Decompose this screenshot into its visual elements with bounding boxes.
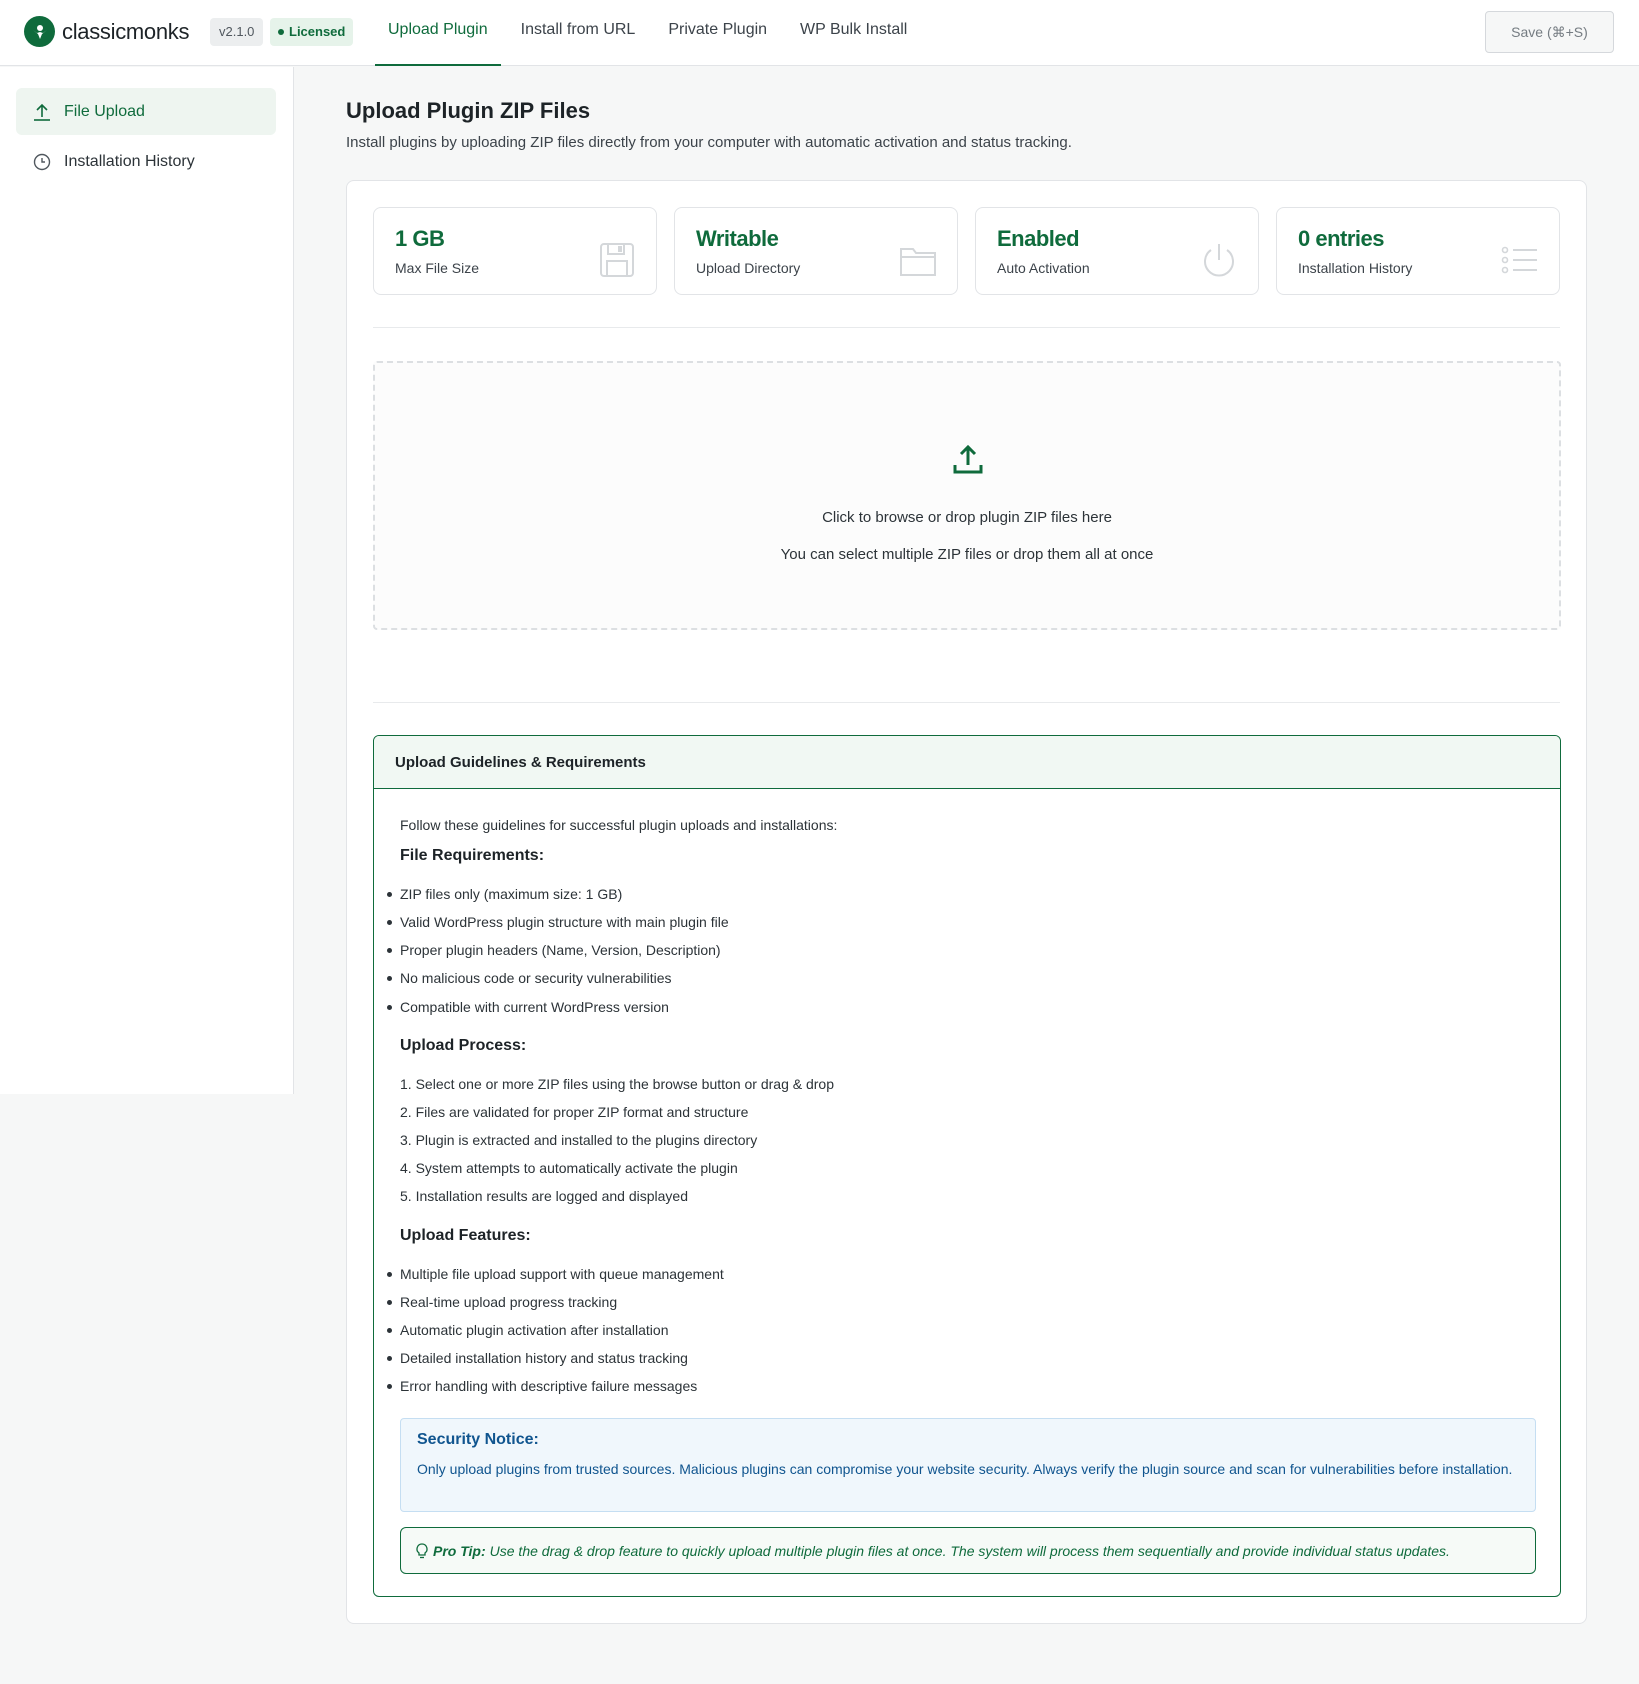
upload-panel: 1 GB Max File Size Writable Upload Direc…	[346, 180, 1587, 1624]
pro-tip-body: Use the drag & drop feature to quickly u…	[489, 1542, 1450, 1559]
stat-value: 0 entries	[1298, 226, 1385, 251]
list-item: Proper plugin headers (Name, Version, De…	[387, 942, 721, 958]
guidelines-intro: Follow these guidelines for successful p…	[400, 817, 838, 833]
list-icon	[1501, 246, 1537, 274]
upload-icon	[953, 444, 983, 474]
list-text: Installation results are logged and disp…	[415, 1188, 688, 1204]
pro-tip-label: Pro Tip:	[433, 1542, 486, 1559]
sidebar-item-file-upload[interactable]: File Upload	[16, 88, 276, 135]
sidebar: File Upload Installation History	[0, 67, 294, 1094]
license-dot-icon	[278, 29, 284, 35]
lightbulb-icon	[416, 1542, 428, 1558]
clock-icon	[32, 152, 52, 172]
list-number: 5.	[400, 1188, 416, 1204]
dropzone-secondary-text: You can select multiple ZIP files or dro…	[780, 546, 1154, 563]
top-bar: classicmonks v2.1.0 Licensed Upload Plug…	[0, 0, 1639, 66]
stat-label: Upload Directory	[696, 260, 801, 276]
list-number: 1.	[400, 1076, 416, 1092]
tab-private-plugin[interactable]: Private Plugin	[655, 0, 780, 63]
list-item: Detailed installation history and status…	[387, 1350, 688, 1366]
list-text: Plugin is extracted and installed to the…	[415, 1132, 758, 1148]
list-number: 4.	[400, 1160, 416, 1176]
sidebar-item-label: Installation History	[64, 152, 195, 170]
folder-icon	[900, 248, 936, 276]
list-item: No malicious code or security vulnerabil…	[387, 970, 672, 986]
stat-value: 1 GB	[395, 226, 445, 251]
stat-card-max-file-size: 1 GB Max File Size	[373, 207, 657, 295]
stat-card-installation-history: 0 entries Installation History	[1276, 207, 1560, 295]
security-notice: Security Notice: Only upload plugins fro…	[400, 1418, 1536, 1512]
stat-value: Writable	[696, 226, 779, 251]
list-item: ZIP files only (maximum size: 1 GB)	[386, 886, 623, 902]
list-number: 3.	[400, 1132, 416, 1148]
page-title: Upload Plugin ZIP Files	[346, 98, 591, 123]
list-text: Select one or more ZIP files using the b…	[415, 1076, 834, 1092]
list-text: Files are validated for proper ZIP forma…	[415, 1104, 749, 1120]
dropzone-primary-text: Click to browse or drop plugin ZIP files…	[822, 509, 1112, 526]
list-item: 2. Files are validated for proper ZIP fo…	[400, 1104, 748, 1120]
save-button[interactable]: Save (⌘+S)	[1485, 11, 1614, 53]
stat-label: Auto Activation	[997, 260, 1090, 276]
list-number: 2.	[400, 1104, 416, 1120]
stat-card-auto-activation: Enabled Auto Activation	[975, 207, 1259, 295]
upload-icon	[32, 102, 52, 122]
page-subtitle: Install plugins by uploading ZIP files d…	[346, 134, 1072, 151]
floppy-disk-icon	[600, 243, 634, 277]
license-badge: Licensed	[270, 18, 354, 46]
upload-process-heading: Upload Process:	[400, 1037, 527, 1054]
stat-card-upload-directory: Writable Upload Directory	[674, 207, 958, 295]
version-badge: v2.1.0	[210, 18, 264, 46]
upload-features-heading: Upload Features:	[400, 1227, 531, 1244]
list-item: Real-time upload progress tracking	[386, 1294, 618, 1310]
upload-guidelines-box: Upload Guidelines & Requirements Follow …	[373, 735, 1561, 1597]
pro-tip: Pro Tip: Use the drag & drop feature to …	[400, 1527, 1536, 1574]
stat-label: Installation History	[1298, 260, 1413, 276]
tab-wp-bulk-install[interactable]: WP Bulk Install	[787, 0, 920, 63]
list-item: Multiple file upload support with queue …	[387, 1266, 724, 1282]
security-notice-title: Security Notice:	[417, 1431, 539, 1448]
license-label: Licensed	[289, 24, 346, 39]
guidelines-title: Upload Guidelines & Requirements	[374, 736, 1560, 789]
divider	[373, 702, 1560, 703]
classicmonks-logo-icon	[24, 16, 55, 47]
brand-logo[interactable]: classicmonks	[24, 16, 190, 47]
tab-bar: Upload Plugin Install from URL Private P…	[375, 0, 927, 66]
power-icon	[1204, 244, 1234, 277]
tab-upload-plugin[interactable]: Upload Plugin	[375, 0, 501, 66]
sidebar-item-installation-history[interactable]: Installation History	[16, 138, 276, 185]
list-item: Valid WordPress plugin structure with ma…	[387, 914, 729, 930]
stat-label: Max File Size	[395, 260, 480, 276]
list-item: 3. Plugin is extracted and installed to …	[400, 1132, 757, 1148]
list-item: Compatible with current WordPress versio…	[387, 999, 669, 1015]
list-item: Automatic plugin activation after instal…	[386, 1322, 669, 1338]
file-dropzone[interactable]: Click to browse or drop plugin ZIP files…	[373, 361, 1561, 630]
tab-install-from-url[interactable]: Install from URL	[508, 0, 649, 63]
brand-name: classicmonks	[62, 18, 190, 44]
file-requirements-heading: File Requirements:	[400, 847, 545, 864]
divider	[373, 327, 1560, 328]
list-text: System attempts to automatically activat…	[415, 1160, 738, 1176]
sidebar-item-label: File Upload	[64, 102, 145, 120]
list-item: 1. Select one or more ZIP files using th…	[400, 1076, 834, 1092]
list-item: 4. System attempts to automatically acti…	[400, 1160, 738, 1176]
list-item: 5. Installation results are logged and d…	[400, 1188, 688, 1204]
stat-value: Enabled	[997, 226, 1080, 251]
list-item: Error handling with descriptive failure …	[386, 1378, 698, 1394]
security-notice-body: Only upload plugins from trusted sources…	[417, 1461, 1513, 1477]
